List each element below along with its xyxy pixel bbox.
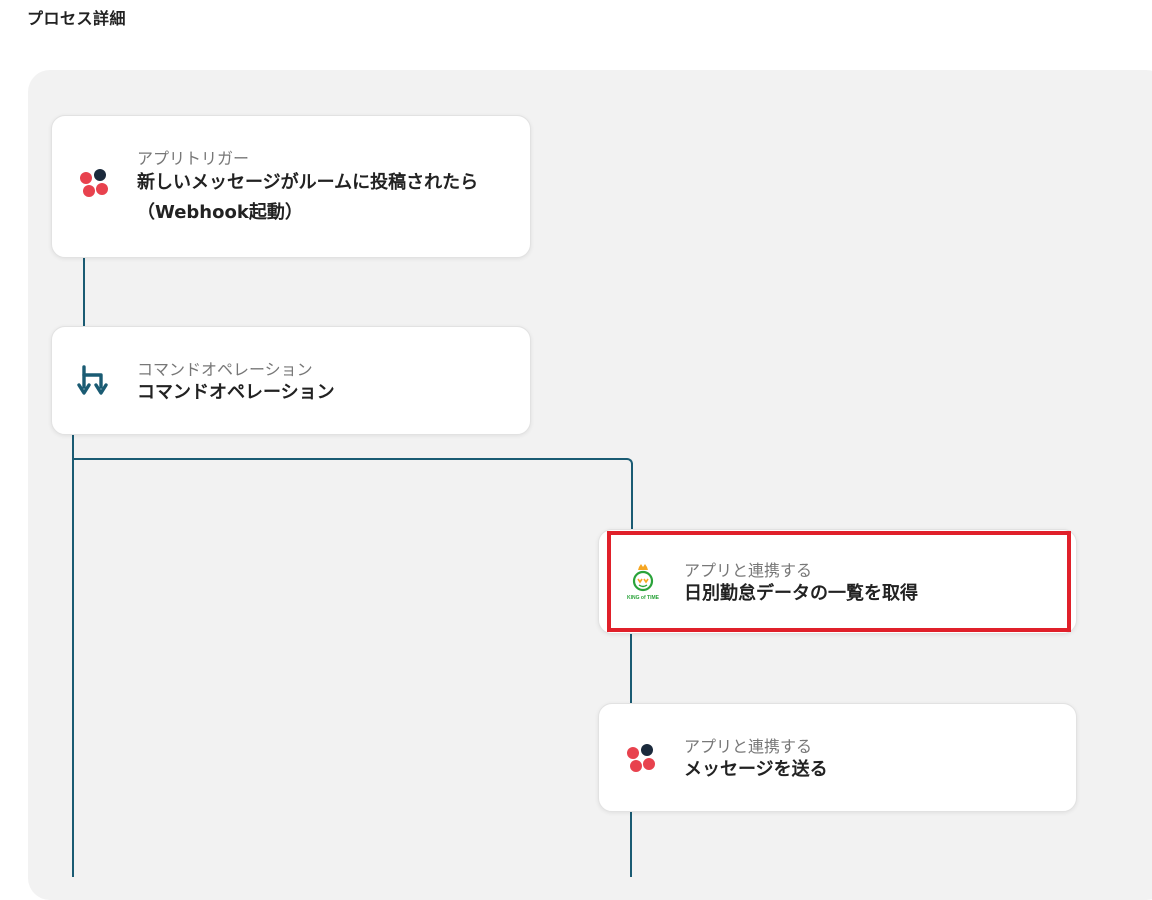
step-type-label: アプリトリガー	[137, 149, 250, 168]
connector-command-branch-elbow	[72, 458, 633, 530]
step-type-label: アプリと連携する	[684, 737, 813, 756]
connector-trigger-to-command	[83, 258, 85, 326]
flow-step-get-daily-attendance[interactable]: KING of TIME アプリと連携する 日別勤怠データの一覧を取得	[598, 529, 1077, 634]
connector-message-continue	[630, 812, 632, 877]
flow-step-command-operation[interactable]: コマンドオペレーション コマンドオペレーション	[51, 326, 531, 435]
step-title: メッセージを送る	[684, 759, 828, 780]
step-type-label: アプリと連携する	[684, 561, 813, 580]
king-of-time-logo-text: KING of TIME	[627, 595, 660, 601]
command-operation-icon	[77, 365, 108, 395]
step-type-label: コマンドオペレーション	[137, 360, 313, 379]
king-of-time-icon: KING of TIME	[627, 564, 660, 601]
connector-kot-to-message	[630, 633, 632, 703]
step-title: コマンドオペレーション	[137, 382, 335, 403]
chatwork-icon	[627, 744, 655, 772]
step-title-sub: （Webhook起動）	[137, 202, 303, 223]
flow-step-trigger[interactable]: アプリトリガー 新しいメッセージがルームに投稿されたら （Webhook起動）	[51, 115, 531, 258]
page-title: プロセス詳細	[27, 9, 127, 28]
step-title: 日別勤怠データの一覧を取得	[684, 583, 918, 604]
chatwork-icon	[80, 169, 108, 197]
step-title: 新しいメッセージがルームに投稿されたら	[137, 172, 479, 193]
flow-step-send-message[interactable]: アプリと連携する メッセージを送る	[598, 703, 1077, 812]
